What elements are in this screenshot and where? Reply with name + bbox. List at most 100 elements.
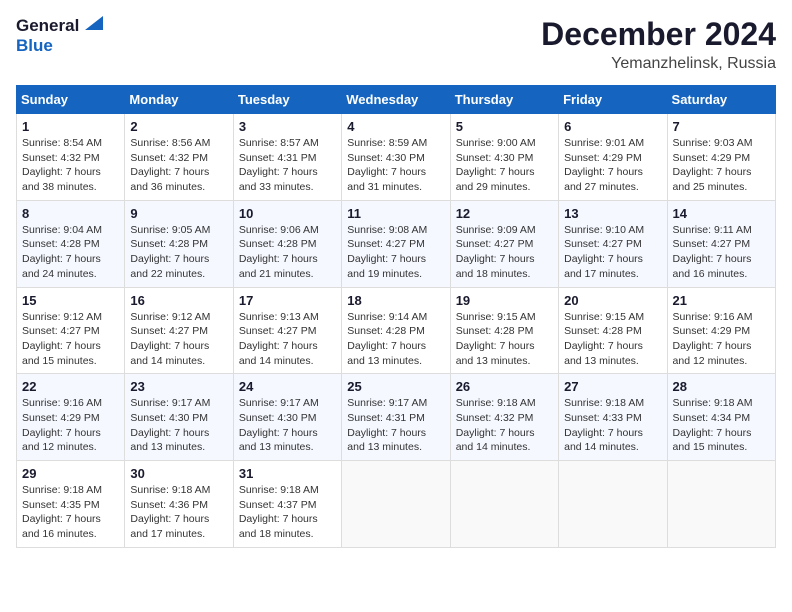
calendar-cell: 10 Sunrise: 9:06 AM Sunset: 4:28 PM Dayli… bbox=[233, 200, 341, 287]
day-number: 22 bbox=[22, 379, 119, 394]
day-info: Sunrise: 9:09 AM Sunset: 4:27 PM Dayligh… bbox=[456, 223, 553, 282]
day-info: Sunrise: 9:05 AM Sunset: 4:28 PM Dayligh… bbox=[130, 223, 227, 282]
calendar-cell: 28 Sunrise: 9:18 AM Sunset: 4:34 PM Dayli… bbox=[667, 374, 775, 461]
header-tuesday: Tuesday bbox=[233, 86, 341, 114]
day-number: 25 bbox=[347, 379, 444, 394]
day-info: Sunrise: 9:15 AM Sunset: 4:28 PM Dayligh… bbox=[456, 310, 553, 369]
week-row-5: 29Sunrise: 9:18 AM Sunset: 4:35 PM Dayli… bbox=[17, 461, 776, 548]
day-info: Sunrise: 8:54 AM Sunset: 4:32 PM Dayligh… bbox=[22, 136, 119, 195]
header-thursday: Thursday bbox=[450, 86, 558, 114]
day-info: Sunrise: 9:16 AM Sunset: 4:29 PM Dayligh… bbox=[673, 310, 770, 369]
calendar-header-row: SundayMondayTuesdayWednesdayThursdayFrid… bbox=[17, 86, 776, 114]
calendar-cell: 5 Sunrise: 9:00 AM Sunset: 4:30 PM Daylig… bbox=[450, 114, 558, 201]
day-number: 28 bbox=[673, 379, 770, 394]
calendar-cell: 18Sunrise: 9:14 AM Sunset: 4:28 PM Dayli… bbox=[342, 287, 450, 374]
logo-blue: Blue bbox=[16, 36, 103, 56]
day-info: Sunrise: 9:04 AM Sunset: 4:28 PM Dayligh… bbox=[22, 223, 119, 282]
day-info: Sunrise: 9:18 AM Sunset: 4:33 PM Dayligh… bbox=[564, 396, 661, 455]
calendar-cell: 21 Sunrise: 9:16 AM Sunset: 4:29 PM Dayli… bbox=[667, 287, 775, 374]
calendar-cell: 31 Sunrise: 9:18 AM Sunset: 4:37 PM Dayli… bbox=[233, 461, 341, 548]
calendar-cell: 3 Sunrise: 8:57 AM Sunset: 4:31 PM Daylig… bbox=[233, 114, 341, 201]
day-number: 29 bbox=[22, 466, 119, 481]
calendar-cell: 29Sunrise: 9:18 AM Sunset: 4:35 PM Dayli… bbox=[17, 461, 125, 548]
calendar-cell: 27 Sunrise: 9:18 AM Sunset: 4:33 PM Dayli… bbox=[559, 374, 667, 461]
calendar-cell: 19 Sunrise: 9:15 AM Sunset: 4:28 PM Dayli… bbox=[450, 287, 558, 374]
day-number: 6 bbox=[564, 119, 661, 134]
calendar-cell bbox=[667, 461, 775, 548]
calendar-cell: 9 Sunrise: 9:05 AM Sunset: 4:28 PM Daylig… bbox=[125, 200, 233, 287]
day-info: Sunrise: 9:13 AM Sunset: 4:27 PM Dayligh… bbox=[239, 310, 336, 369]
week-row-3: 15 Sunrise: 9:12 AM Sunset: 4:27 PM Dayli… bbox=[17, 287, 776, 374]
day-info: Sunrise: 9:03 AM Sunset: 4:29 PM Dayligh… bbox=[673, 136, 770, 195]
day-info: Sunrise: 9:18 AM Sunset: 4:32 PM Dayligh… bbox=[456, 396, 553, 455]
logo-triangle-icon bbox=[81, 16, 103, 32]
day-info: Sunrise: 9:11 AM Sunset: 4:27 PM Dayligh… bbox=[673, 223, 770, 282]
day-number: 15 bbox=[22, 293, 119, 308]
calendar-body: 1 Sunrise: 8:54 AM Sunset: 4:32 PM Daylig… bbox=[17, 114, 776, 548]
calendar-cell: 8Sunrise: 9:04 AM Sunset: 4:28 PM Daylig… bbox=[17, 200, 125, 287]
day-info: Sunrise: 9:17 AM Sunset: 4:31 PM Dayligh… bbox=[347, 396, 444, 455]
day-number: 2 bbox=[130, 119, 227, 134]
day-info: Sunrise: 9:12 AM Sunset: 4:27 PM Dayligh… bbox=[22, 310, 119, 369]
day-info: Sunrise: 9:00 AM Sunset: 4:30 PM Dayligh… bbox=[456, 136, 553, 195]
calendar-cell: 11Sunrise: 9:08 AM Sunset: 4:27 PM Dayli… bbox=[342, 200, 450, 287]
day-number: 30 bbox=[130, 466, 227, 481]
day-number: 23 bbox=[130, 379, 227, 394]
calendar-cell: 16Sunrise: 9:12 AM Sunset: 4:27 PM Dayli… bbox=[125, 287, 233, 374]
calendar-cell: 20 Sunrise: 9:15 AM Sunset: 4:28 PM Dayli… bbox=[559, 287, 667, 374]
calendar-cell bbox=[342, 461, 450, 548]
day-info: Sunrise: 9:18 AM Sunset: 4:36 PM Dayligh… bbox=[130, 483, 227, 542]
day-info: Sunrise: 9:10 AM Sunset: 4:27 PM Dayligh… bbox=[564, 223, 661, 282]
day-info: Sunrise: 8:59 AM Sunset: 4:30 PM Dayligh… bbox=[347, 136, 444, 195]
day-info: Sunrise: 9:18 AM Sunset: 4:34 PM Dayligh… bbox=[673, 396, 770, 455]
day-number: 14 bbox=[673, 206, 770, 221]
week-row-4: 22Sunrise: 9:16 AM Sunset: 4:29 PM Dayli… bbox=[17, 374, 776, 461]
day-number: 10 bbox=[239, 206, 336, 221]
day-number: 27 bbox=[564, 379, 661, 394]
calendar-cell bbox=[559, 461, 667, 548]
day-info: Sunrise: 9:18 AM Sunset: 4:37 PM Dayligh… bbox=[239, 483, 336, 542]
day-number: 26 bbox=[456, 379, 553, 394]
calendar-cell: 22Sunrise: 9:16 AM Sunset: 4:29 PM Dayli… bbox=[17, 374, 125, 461]
day-number: 3 bbox=[239, 119, 336, 134]
calendar-cell: 15 Sunrise: 9:12 AM Sunset: 4:27 PM Dayli… bbox=[17, 287, 125, 374]
calendar-cell: 17 Sunrise: 9:13 AM Sunset: 4:27 PM Dayli… bbox=[233, 287, 341, 374]
day-info: Sunrise: 8:56 AM Sunset: 4:32 PM Dayligh… bbox=[130, 136, 227, 195]
header-monday: Monday bbox=[125, 86, 233, 114]
day-number: 7 bbox=[673, 119, 770, 134]
day-number: 17 bbox=[239, 293, 336, 308]
day-info: Sunrise: 9:17 AM Sunset: 4:30 PM Dayligh… bbox=[239, 396, 336, 455]
day-info: Sunrise: 9:01 AM Sunset: 4:29 PM Dayligh… bbox=[564, 136, 661, 195]
calendar-cell: 7 Sunrise: 9:03 AM Sunset: 4:29 PM Daylig… bbox=[667, 114, 775, 201]
day-info: Sunrise: 9:08 AM Sunset: 4:27 PM Dayligh… bbox=[347, 223, 444, 282]
header-wednesday: Wednesday bbox=[342, 86, 450, 114]
header-friday: Friday bbox=[559, 86, 667, 114]
calendar-cell: 4 Sunrise: 8:59 AM Sunset: 4:30 PM Daylig… bbox=[342, 114, 450, 201]
day-info: Sunrise: 9:12 AM Sunset: 4:27 PM Dayligh… bbox=[130, 310, 227, 369]
day-info: Sunrise: 9:15 AM Sunset: 4:28 PM Dayligh… bbox=[564, 310, 661, 369]
day-number: 20 bbox=[564, 293, 661, 308]
calendar-table: SundayMondayTuesdayWednesdayThursdayFrid… bbox=[16, 85, 776, 548]
calendar-cell: 23 Sunrise: 9:17 AM Sunset: 4:30 PM Dayli… bbox=[125, 374, 233, 461]
day-number: 9 bbox=[130, 206, 227, 221]
calendar-cell: 25 Sunrise: 9:17 AM Sunset: 4:31 PM Dayli… bbox=[342, 374, 450, 461]
day-number: 1 bbox=[22, 119, 119, 134]
day-number: 31 bbox=[239, 466, 336, 481]
calendar-cell bbox=[450, 461, 558, 548]
day-info: Sunrise: 9:06 AM Sunset: 4:28 PM Dayligh… bbox=[239, 223, 336, 282]
day-number: 21 bbox=[673, 293, 770, 308]
day-number: 4 bbox=[347, 119, 444, 134]
day-number: 5 bbox=[456, 119, 553, 134]
day-number: 19 bbox=[456, 293, 553, 308]
logo-general: General bbox=[16, 16, 79, 36]
calendar-cell: 1 Sunrise: 8:54 AM Sunset: 4:32 PM Daylig… bbox=[17, 114, 125, 201]
day-info: Sunrise: 9:17 AM Sunset: 4:30 PM Dayligh… bbox=[130, 396, 227, 455]
calendar-cell: 30 Sunrise: 9:18 AM Sunset: 4:36 PM Dayli… bbox=[125, 461, 233, 548]
day-number: 13 bbox=[564, 206, 661, 221]
day-info: Sunrise: 8:57 AM Sunset: 4:31 PM Dayligh… bbox=[239, 136, 336, 195]
day-number: 24 bbox=[239, 379, 336, 394]
header-saturday: Saturday bbox=[667, 86, 775, 114]
calendar-cell: 2 Sunrise: 8:56 AM Sunset: 4:32 PM Daylig… bbox=[125, 114, 233, 201]
page-header: General Blue December 2024 Yemanzhelinsk… bbox=[16, 16, 776, 73]
day-number: 18 bbox=[347, 293, 444, 308]
